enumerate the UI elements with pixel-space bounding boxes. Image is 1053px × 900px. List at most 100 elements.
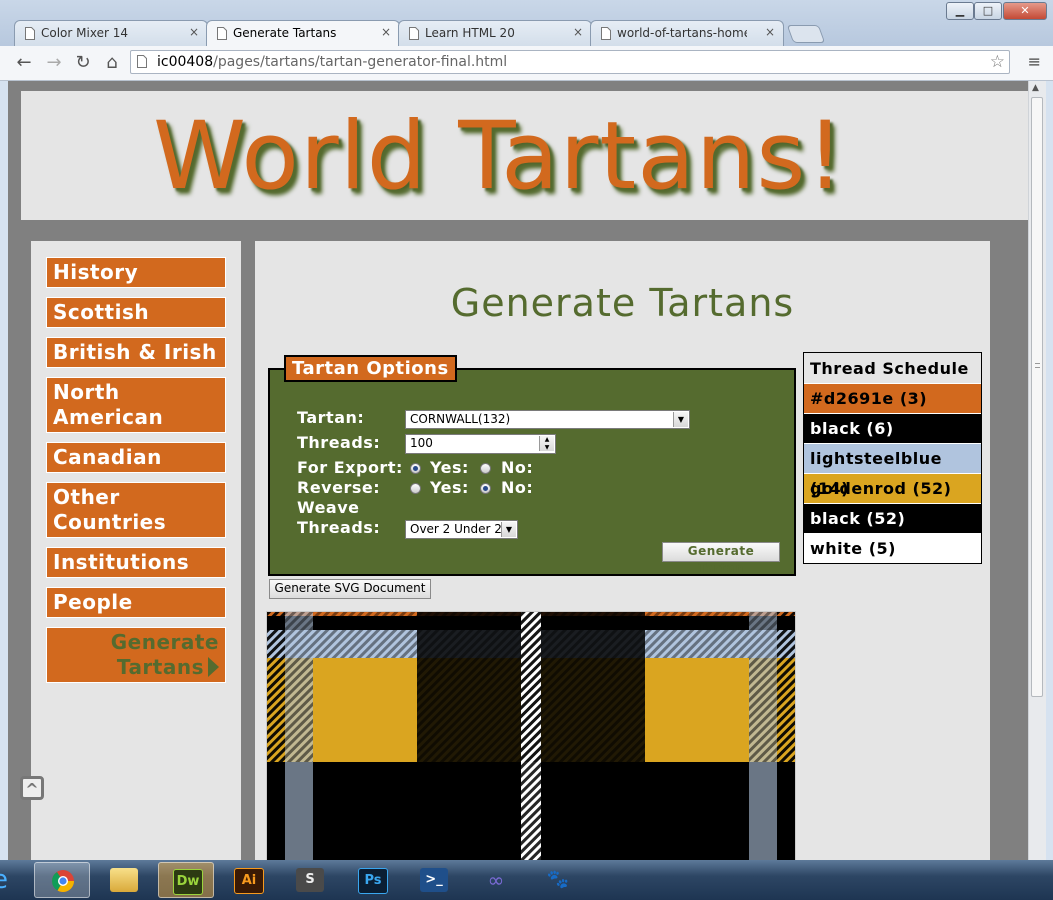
- taskbar-chrome[interactable]: [34, 862, 90, 898]
- browser-menu-icon[interactable]: ≡: [1028, 52, 1041, 71]
- close-tab-icon[interactable]: ×: [381, 25, 391, 39]
- tab-label: world-of-tartans-home-p: [617, 26, 747, 40]
- tartan-select[interactable]: CORNWALL(132) ▼: [405, 410, 690, 429]
- url-path: /pages/tartans/tartan-generator-final.ht…: [213, 54, 508, 70]
- tartan-preview: [266, 611, 796, 860]
- taskbar-visualstudio[interactable]: ∞: [468, 862, 524, 898]
- taskbar-powershell[interactable]: >_: [406, 862, 462, 898]
- options-legend: Tartan Options: [284, 355, 457, 382]
- sidebar-item-institutions[interactable]: Institutions: [46, 547, 226, 578]
- windows-taskbar: e Dw Ai S Ps >_ ∞ 🐾: [0, 860, 1053, 900]
- back-icon[interactable]: ←: [12, 51, 36, 75]
- browser-toolbar: ← → ↻ ⌂ ic00408/pages/tartans/tartan-gen…: [0, 46, 1053, 81]
- thread-row: goldenrod (52): [804, 473, 981, 503]
- tartan-options-fieldset: Tartan Options Tartan: CORNWALL(132) ▼ T…: [268, 355, 796, 576]
- taskbar-dreamweaver[interactable]: Dw: [158, 862, 214, 898]
- sidebar-item-label: Generate Tartans: [110, 630, 219, 679]
- minimize-button[interactable]: ▁: [946, 2, 974, 20]
- sidebar-item-canadian[interactable]: Canadian: [46, 442, 226, 473]
- maximize-button[interactable]: □: [974, 2, 1002, 20]
- illustrator-icon: Ai: [234, 868, 264, 894]
- close-tab-icon[interactable]: ×: [573, 25, 583, 39]
- sidebar-item-british-irish[interactable]: British & Irish: [46, 337, 226, 368]
- forward-icon[interactable]: →: [42, 51, 66, 75]
- home-icon[interactable]: ⌂: [100, 51, 124, 75]
- sidebar-item-history[interactable]: History: [46, 257, 226, 288]
- explorer-icon: [110, 868, 138, 892]
- weave-label: Weave: [297, 498, 360, 517]
- site-header: World Tartans!: [21, 91, 1028, 220]
- reload-icon[interactable]: ↻: [71, 51, 95, 75]
- generate-svg-button[interactable]: Generate SVG Document: [269, 579, 431, 599]
- threads-value: 100: [410, 436, 433, 450]
- weave-select[interactable]: Over 2 Under 2 ▼: [405, 520, 518, 539]
- scroll-top-icon[interactable]: ^: [20, 776, 44, 800]
- thread-row: white (5): [804, 533, 981, 563]
- taskbar-illustrator[interactable]: Ai: [220, 862, 276, 898]
- tab-color-mixer[interactable]: Color Mixer 14 ×: [14, 20, 208, 46]
- sidebar-nav: History Scottish British & Irish North A…: [31, 241, 241, 860]
- generate-tartan-button[interactable]: Generate Tartan: [662, 542, 780, 575]
- document-icon: [409, 27, 419, 40]
- export-yes-radio[interactable]: [410, 463, 421, 474]
- thread-row: black (52): [804, 503, 981, 533]
- thread-schedule-rows: #d2691e (3) black (6) lightsteelblue (14…: [804, 383, 981, 563]
- page-scrollbar[interactable]: ▲: [1028, 81, 1046, 860]
- export-yes-label: Yes:: [430, 458, 469, 477]
- sidebar-item-other-countries[interactable]: Other Countries: [46, 482, 226, 538]
- sublime-icon: S: [296, 868, 324, 892]
- document-icon: [217, 27, 227, 40]
- scroll-up-icon[interactable]: ▲: [1032, 83, 1039, 93]
- page-icon: [137, 55, 147, 68]
- export-no-label: No:: [501, 458, 534, 477]
- thread-schedule-title: Thread Schedule: [804, 353, 981, 383]
- taskbar-explorer[interactable]: [96, 862, 152, 898]
- chevron-down-icon: ▼: [501, 522, 516, 537]
- thread-row: #d2691e (3): [804, 383, 981, 413]
- reverse-label: Reverse:: [297, 478, 381, 497]
- taskbar-photoshop[interactable]: Ps: [344, 862, 400, 898]
- scroll-thumb[interactable]: [1031, 97, 1043, 697]
- url-text: ic00408/pages/tartans/tartan-generator-f…: [157, 54, 507, 70]
- sidebar-item-north-american[interactable]: North American: [46, 377, 226, 433]
- page-title: Generate Tartans: [450, 281, 795, 325]
- reverse-yes-radio[interactable]: [410, 483, 421, 494]
- chevron-down-icon: ▼: [673, 412, 688, 427]
- spinner-icon[interactable]: ▲ ▼: [539, 436, 554, 451]
- taskbar-ie[interactable]: e: [0, 862, 28, 898]
- threads-label: Threads:: [297, 433, 381, 452]
- tab-learn-html[interactable]: Learn HTML 20 ×: [398, 20, 592, 46]
- grip-icon: [1035, 363, 1040, 368]
- document-icon: [601, 27, 611, 40]
- photoshop-icon: Ps: [358, 868, 388, 894]
- export-label: For Export:: [297, 458, 403, 477]
- document-icon: [25, 27, 35, 40]
- export-no-radio[interactable]: [480, 463, 491, 474]
- close-window-button[interactable]: ✕: [1003, 2, 1047, 20]
- taskbar-sublime[interactable]: S: [282, 862, 338, 898]
- threads-input[interactable]: 100 ▲ ▼: [405, 434, 556, 454]
- page-viewport: World Tartans! History Scottish British …: [8, 81, 1028, 860]
- tab-world-of-tartans[interactable]: world-of-tartans-home-p ×: [590, 20, 784, 46]
- sidebar-item-people[interactable]: People: [46, 587, 226, 618]
- url-host: ic00408: [157, 54, 214, 70]
- taskbar-gimp[interactable]: 🐾: [530, 862, 586, 898]
- sidebar-item-scottish[interactable]: Scottish: [46, 297, 226, 328]
- ie-icon: e: [0, 867, 14, 893]
- chrome-icon: [52, 870, 74, 892]
- tab-label: Color Mixer 14: [41, 26, 128, 40]
- reverse-no-radio[interactable]: [480, 483, 491, 494]
- close-tab-icon[interactable]: ×: [765, 25, 775, 39]
- tab-generate-tartans[interactable]: Generate Tartans ×: [206, 20, 400, 47]
- sidebar-item-generate-tartans[interactable]: Generate Tartans: [46, 627, 226, 683]
- bookmark-star-icon[interactable]: ☆: [990, 52, 1005, 72]
- browser-tab-strip: Color Mixer 14 × Generate Tartans × Lear…: [0, 0, 1053, 47]
- new-tab-button[interactable]: [786, 25, 826, 43]
- thread-row: lightsteelblue (14): [804, 443, 981, 498]
- tartan-select-value: CORNWALL(132): [410, 412, 511, 426]
- arrow-right-icon: [208, 657, 219, 677]
- weave-threads-label: Threads:: [297, 518, 381, 537]
- address-bar[interactable]: ic00408/pages/tartans/tartan-generator-f…: [130, 50, 1010, 74]
- reverse-no-label: No:: [501, 478, 534, 497]
- close-tab-icon[interactable]: ×: [189, 25, 199, 39]
